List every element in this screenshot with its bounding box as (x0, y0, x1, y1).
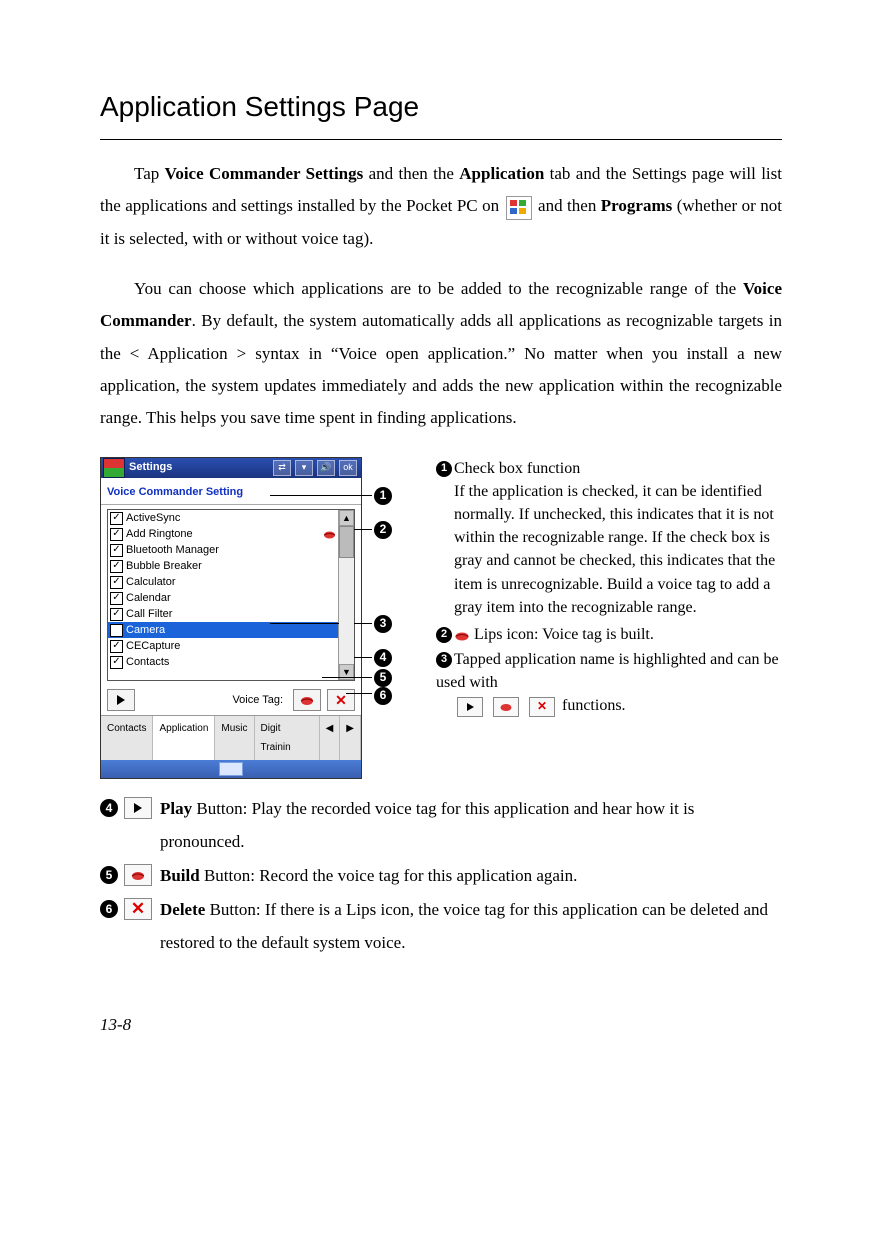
volume-icon[interactable]: 🔊 (317, 460, 335, 476)
callout-marker-3: 3 (374, 615, 392, 633)
tab-music[interactable]: Music (215, 716, 254, 760)
tab-bar: Contacts Application Music Digit Trainin… (101, 715, 361, 760)
tab-scroll-right-icon[interactable]: ▶ (340, 716, 361, 760)
callout-text-column: 1Check box function If the application i… (436, 457, 782, 718)
tab-contacts[interactable]: Contacts (101, 716, 153, 760)
play-button[interactable] (107, 689, 135, 711)
callout-3-text-a: Tapped application name is highlighted a… (436, 651, 779, 691)
callout-marker-6: 6 (374, 687, 392, 705)
application-list[interactable]: ActiveSync Add Ringtone Bluetooth Manage… (108, 510, 338, 680)
sip-bar[interactable] (101, 760, 361, 778)
paragraph-2: You can choose which applications are to… (100, 273, 782, 434)
annotations-below: 4 Play Button: Play the recorded voice t… (100, 793, 782, 958)
checkbox-icon[interactable] (110, 656, 123, 669)
callout-1-body: If the application is checked, it can be… (454, 480, 782, 619)
callout-marker-4: 4 (374, 649, 392, 667)
play-icon (124, 797, 152, 819)
checkbox-icon[interactable] (110, 528, 123, 541)
scrollbar[interactable]: ▲ ▼ (338, 510, 354, 680)
checkbox-icon[interactable] (110, 560, 123, 573)
build-button[interactable] (293, 689, 321, 711)
callout-marker-1: 1 (374, 487, 392, 505)
delete-icon: ✕ (124, 898, 152, 920)
checkbox-icon[interactable] (110, 624, 123, 637)
list-item[interactable]: Contacts (108, 654, 338, 670)
window-title: Settings (129, 457, 271, 478)
scroll-up-icon[interactable]: ▲ (339, 510, 354, 526)
play-icon (457, 697, 483, 717)
callout-marker-2: 2 (374, 521, 392, 539)
windows-logo-icon (506, 196, 532, 220)
lips-icon (124, 864, 152, 886)
page-title: Application Settings Page (100, 80, 782, 140)
page-number: 13-8 (100, 1009, 782, 1041)
scroll-thumb[interactable] (339, 526, 354, 558)
pocketpc-window: Settings ⇄ ▾ 🔊 ok Voice Commander Settin… (100, 457, 362, 780)
checkbox-icon[interactable] (110, 640, 123, 653)
checkbox-icon[interactable] (110, 576, 123, 589)
lips-icon (323, 529, 336, 540)
voice-tag-label: Voice Tag: (141, 690, 287, 711)
titlebar: Settings ⇄ ▾ 🔊 ok (101, 458, 361, 478)
lips-icon (493, 697, 519, 717)
screen-subtitle: Voice Commander Setting (101, 478, 361, 506)
callout-3-text-b: functions. (562, 697, 626, 714)
signal-icon[interactable]: ▾ (295, 460, 313, 476)
callout-1-title: Check box function (454, 460, 580, 477)
lips-icon (454, 629, 470, 642)
checkbox-icon[interactable] (110, 512, 123, 525)
tab-digit-training[interactable]: Digit Trainin (255, 716, 320, 760)
paragraph-1: Tap Voice Commander Settings and then th… (100, 158, 782, 255)
voice-tag-toolbar: Voice Tag: ✕ (101, 685, 361, 715)
tab-scroll-left-icon[interactable]: ◀ (320, 716, 341, 760)
keyboard-icon[interactable] (219, 762, 243, 776)
scroll-down-icon[interactable]: ▼ (339, 664, 354, 680)
checkbox-icon[interactable] (110, 592, 123, 605)
connectivity-icon[interactable]: ⇄ (273, 460, 291, 476)
delete-icon: ✕ (529, 697, 555, 717)
screenshot-panel: 1 2 3 4 5 6 Settings ⇄ ▾ 🔊 ok Voice Comm… (100, 457, 408, 780)
ok-button[interactable]: ok (339, 460, 357, 476)
checkbox-icon[interactable] (110, 608, 123, 621)
checkbox-icon[interactable] (110, 544, 123, 557)
start-flag-icon[interactable] (103, 458, 125, 478)
callout-2-text: Lips icon: Voice tag is built. (470, 626, 654, 643)
tab-application[interactable]: Application (153, 716, 215, 760)
